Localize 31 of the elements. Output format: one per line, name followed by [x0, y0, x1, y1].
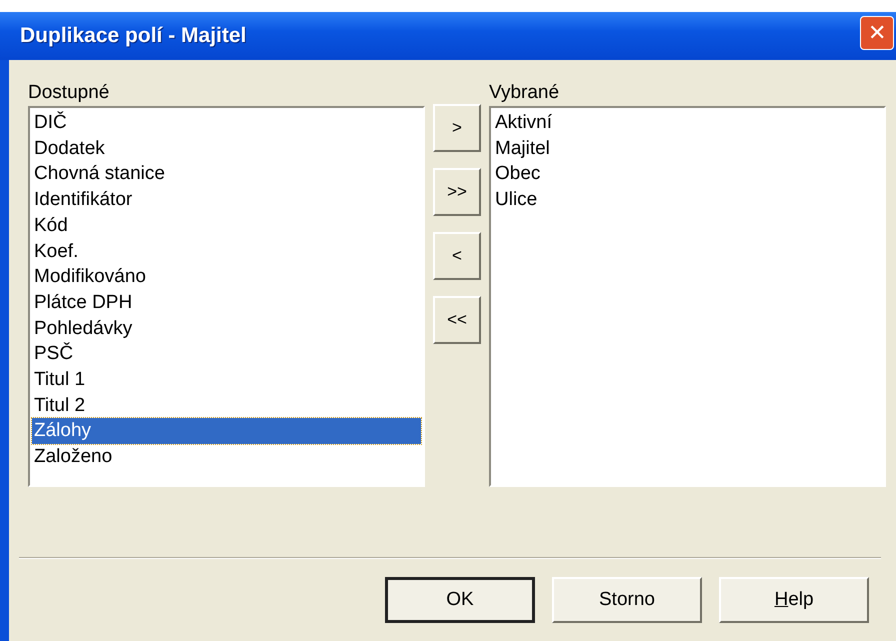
list-item[interactable]: Chovná stanice	[32, 161, 421, 188]
move-button[interactable]: <	[433, 232, 481, 280]
list-item[interactable]: Majitel	[493, 136, 882, 162]
move-button[interactable]: >	[433, 104, 481, 152]
list-label: Vybrané	[489, 82, 560, 104]
list-item[interactable]: Založeno	[32, 444, 421, 470]
list-item[interactable]: Dodatek	[32, 136, 421, 162]
list-item[interactable]: Koef.	[32, 238, 421, 264]
dialog-button[interactable]: Storno	[552, 577, 702, 623]
close-button[interactable]: ✕	[860, 16, 894, 50]
window-title: Duplikace polí - Majitel	[20, 23, 246, 50]
move-button[interactable]: <<	[433, 296, 481, 344]
list-label: Dostupné	[28, 82, 110, 104]
selected-list[interactable]: Aktivní Majitel Obec Ulice	[489, 106, 886, 487]
list-item[interactable]: Titul 1	[32, 367, 421, 393]
list-item[interactable]: Ulice	[493, 187, 882, 213]
list-item[interactable]: PSČ	[32, 341, 421, 368]
list-item[interactable]: Kód	[32, 212, 421, 239]
dialog-button[interactable]: OK	[385, 577, 535, 623]
list-item[interactable]: Pohledávky	[32, 316, 421, 342]
list-item[interactable]: DIČ	[32, 110, 421, 136]
list-item[interactable]: Titul 2	[32, 392, 421, 418]
dialog-button[interactable]: Help	[719, 577, 869, 623]
list-item[interactable]: Zálohy	[32, 418, 421, 444]
list-item[interactable]: Aktivní	[493, 110, 882, 136]
list-item[interactable]: Obec	[493, 161, 882, 188]
list-item[interactable]: Modifikováno	[32, 264, 421, 290]
list-item[interactable]: Identifikátor	[32, 187, 421, 213]
available-list[interactable]: DIČ Dodatek Chovná stanice Identifikátor Kód Koef. Modifikováno Plátce DPH Pohledávky PSČ Titul 1 Titul 2 Zálohy Založeno	[28, 106, 425, 487]
move-button[interactable]: >>	[433, 168, 481, 216]
list-item[interactable]: Plátce DPH	[32, 290, 421, 316]
